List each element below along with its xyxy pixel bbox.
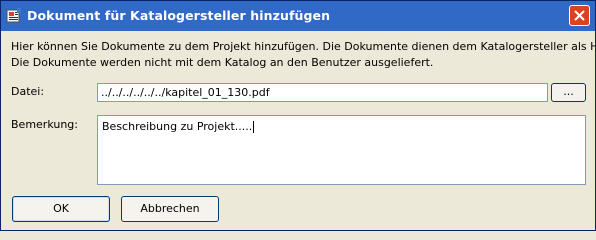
description-line-2: Die Dokumente werden nicht mit dem Katal… [11, 56, 434, 69]
ok-button[interactable]: OK [12, 196, 110, 222]
catalog-app-icon [6, 8, 22, 24]
dialog-window: Dokument für Katalogersteller hinzufügen… [0, 0, 596, 231]
cancel-button[interactable]: Abbrechen [121, 196, 219, 222]
remark-text: Beschreibung zu Projekt..... [102, 120, 253, 133]
file-path-input[interactable]: ../../../../../../kapitel_01_130.pdf [97, 83, 548, 102]
title-bar[interactable]: Dokument für Katalogersteller hinzufügen [1, 1, 595, 31]
description-line-1: Hier können Sie Dokumente zu dem Projekt… [11, 40, 596, 53]
remark-label: Bemerkung: [11, 118, 78, 131]
dialog-description: Hier können Sie Dokumente zu dem Projekt… [11, 39, 596, 71]
file-label: Datei: [11, 85, 45, 98]
remark-textarea[interactable]: Beschreibung zu Projekt..... [97, 115, 586, 185]
text-caret [253, 121, 255, 133]
close-icon [574, 10, 585, 21]
close-button[interactable] [569, 5, 590, 26]
window-title: Dokument für Katalogersteller hinzufügen [27, 8, 331, 23]
browse-button[interactable]: ... [551, 83, 586, 102]
